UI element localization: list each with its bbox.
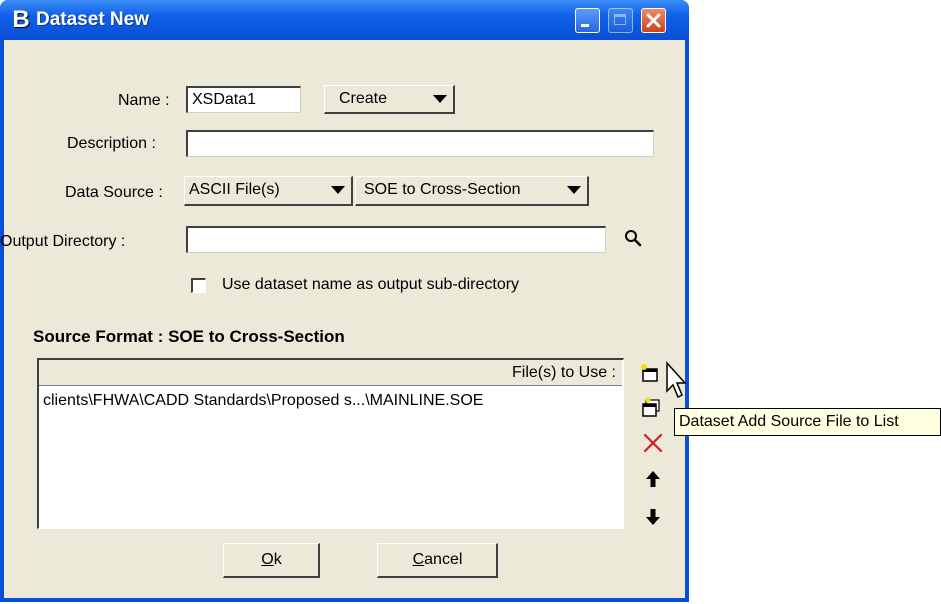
add-file-button[interactable] bbox=[640, 362, 664, 386]
maximize-button bbox=[608, 8, 633, 33]
description-label: Description : bbox=[67, 135, 156, 152]
minimize-button[interactable] bbox=[575, 8, 600, 33]
description-input[interactable] bbox=[186, 130, 654, 157]
dialog-client-area: Name : Create Description : Data Source … bbox=[0, 40, 687, 598]
create-dropdown-label: Create bbox=[339, 90, 388, 107]
files-list-header[interactable]: File(s) to Use : bbox=[39, 360, 622, 386]
move-up-icon bbox=[646, 471, 660, 487]
ok-button[interactable]: Ok bbox=[223, 543, 320, 578]
cancel-button[interactable]: Cancel bbox=[377, 543, 498, 578]
add-folder-icon bbox=[642, 397, 660, 417]
delete-button[interactable] bbox=[642, 432, 666, 456]
close-button[interactable] bbox=[641, 8, 666, 33]
add-folder-button[interactable] bbox=[640, 396, 664, 420]
tooltip: Dataset Add Source File to List bbox=[674, 408, 941, 436]
title-bar[interactable]: B Dataset New bbox=[0, 0, 689, 40]
output-directory-label: Output Directory : bbox=[0, 233, 126, 250]
app-icon: B bbox=[12, 6, 30, 33]
use-dataset-name-checkbox[interactable] bbox=[191, 278, 206, 293]
delete-icon bbox=[643, 433, 663, 453]
move-up-button[interactable] bbox=[643, 468, 667, 492]
name-label: Name : bbox=[118, 92, 170, 109]
files-listbox[interactable]: File(s) to Use : clients\FHWA\CADD Stand… bbox=[37, 358, 624, 529]
add-file-icon bbox=[641, 364, 658, 382]
use-dataset-name-label: Use dataset name as output sub-directory bbox=[222, 276, 520, 293]
files-header-label: File(s) to Use : bbox=[511, 364, 616, 381]
data-source-format-dropdown[interactable]: SOE to Cross-Section bbox=[355, 176, 589, 206]
mouse-cursor-icon bbox=[666, 361, 687, 399]
source-format-title: Source Format : SOE to Cross-Section bbox=[33, 327, 345, 346]
chevron-down-icon bbox=[433, 95, 447, 103]
data-source-format-value: SOE to Cross-Section bbox=[364, 181, 521, 198]
chevron-down-icon bbox=[331, 186, 345, 194]
list-item[interactable]: clients\FHWA\CADD Standards\Proposed s..… bbox=[43, 392, 483, 410]
output-directory-input[interactable] bbox=[186, 226, 606, 253]
ok-button-label: Ok bbox=[261, 551, 282, 568]
close-icon bbox=[646, 13, 661, 28]
data-source-label: Data Source : bbox=[65, 184, 163, 201]
data-source-dropdown[interactable]: ASCII File(s) bbox=[184, 176, 353, 206]
move-down-button[interactable] bbox=[643, 506, 667, 530]
create-dropdown[interactable]: Create bbox=[324, 85, 455, 114]
search-icon[interactable] bbox=[624, 229, 642, 247]
move-down-icon bbox=[646, 509, 660, 525]
chevron-down-icon bbox=[567, 186, 581, 194]
cancel-button-label: Cancel bbox=[412, 551, 463, 568]
name-input[interactable] bbox=[186, 86, 301, 113]
window-title: Dataset New bbox=[36, 9, 149, 30]
dataset-new-window: B Dataset New Name : Create Description … bbox=[0, 0, 689, 602]
data-source-value: ASCII File(s) bbox=[189, 181, 280, 198]
